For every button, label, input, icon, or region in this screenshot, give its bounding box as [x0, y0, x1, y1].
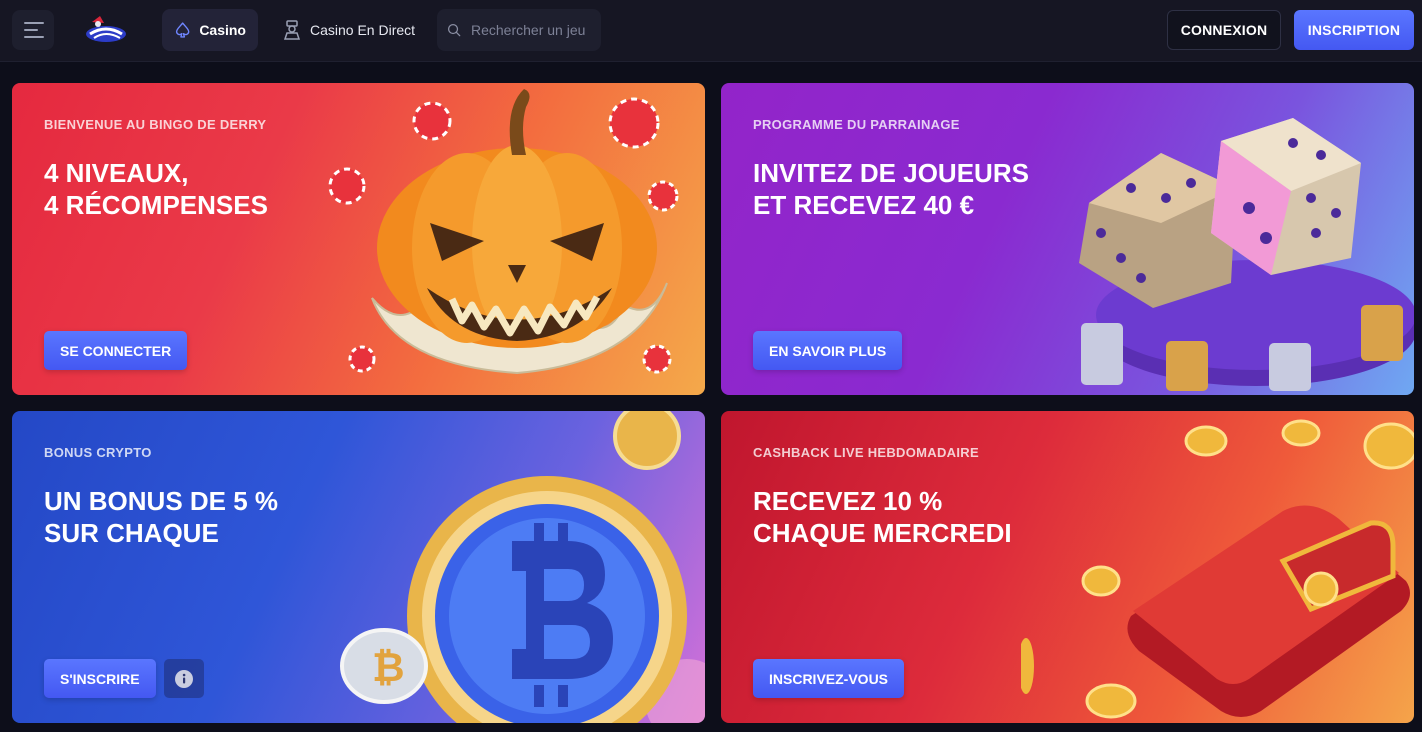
search-icon [447, 23, 461, 37]
banner-subtitle: BIENVENUE AU BINGO DE DERRY [44, 117, 267, 132]
banner-title-line2: CHAQUE MERCREDI [753, 518, 1012, 548]
banner-title: UN BONUS DE 5 % SUR CHAQUE [44, 485, 374, 549]
banner-title-line2: SUR CHAQUE [44, 518, 219, 548]
nav-live-label: Casino En Direct [310, 22, 416, 38]
banner-title-line1: UN BONUS DE 5 % [44, 486, 279, 516]
search-input[interactable] [471, 22, 591, 38]
promo-banner-cashback[interactable]: CASHBACK LIVE HEBDOMADAIRE RECEVEZ 10 % … [721, 411, 1414, 723]
signup-cta-button[interactable]: INSCRIVEZ-VOUS [753, 659, 905, 698]
banner-subtitle: BONUS CRYPTO [44, 445, 152, 460]
spade-icon [175, 22, 190, 38]
info-button[interactable] [164, 659, 204, 698]
banner-title-line2: ET RECEVEZ 40 € [753, 190, 975, 220]
banner-title-line1: RECEVEZ 10 % [753, 486, 943, 516]
promo-banner-bingo[interactable]: BIENVENUE AU BINGO DE DERRY 4 NIVEAUX, 4… [12, 83, 705, 395]
nav-live-casino[interactable]: Casino En Direct [270, 9, 430, 51]
banner-title-line1: 4 NIVEAUX, [44, 158, 189, 188]
menu-icon[interactable] [12, 10, 54, 50]
top-header: Casino Casino En Direct CONNEXION INSCRI… [0, 0, 1422, 62]
banner-title: 4 NIVEAUX, 4 RÉCOMPENSES [44, 157, 374, 221]
search-box[interactable] [437, 9, 601, 51]
signup-cta-button[interactable]: S'INSCRIRE [44, 659, 156, 698]
svg-text:₿: ₿ [372, 645, 405, 691]
banner-title: INVITEZ DE JOUEURS ET RECEVEZ 40 € [753, 157, 1083, 221]
banner-title-line2: 4 RÉCOMPENSES [44, 190, 268, 220]
banner-subtitle: CASHBACK LIVE HEBDOMADAIRE [753, 445, 979, 460]
pumpkin-illustration [328, 89, 679, 375]
banner-subtitle: PROGRAMME DU PARRAINAGE [753, 117, 960, 132]
nav-casino-label: Casino [199, 22, 246, 38]
wallet-illustration [1021, 419, 1414, 719]
login-button[interactable]: CONNEXION [1167, 10, 1281, 50]
register-button[interactable]: INSCRIPTION [1294, 10, 1414, 50]
dice-illustration [1079, 118, 1414, 391]
info-icon [175, 669, 193, 688]
learn-more-button[interactable]: EN SAVOIR PLUS [753, 331, 903, 370]
promo-banner-crypto[interactable]: ₿ BONUS CRYPTO UN BONUS DE 5 % SUR CHAQU… [12, 411, 705, 723]
brand-logo[interactable] [82, 14, 130, 46]
banner-title-line1: INVITEZ DE JOUEURS [753, 158, 1029, 188]
login-cta-button[interactable]: SE CONNECTER [44, 331, 188, 370]
bitcoin-illustration: ₿ [340, 411, 705, 723]
dealer-icon [283, 20, 301, 40]
nav-casino[interactable]: Casino [162, 9, 258, 51]
promo-banner-referral[interactable]: PROGRAMME DU PARRAINAGE INVITEZ DE JOUEU… [721, 83, 1414, 395]
banner-title: RECEVEZ 10 % CHAQUE MERCREDI [753, 485, 1083, 549]
